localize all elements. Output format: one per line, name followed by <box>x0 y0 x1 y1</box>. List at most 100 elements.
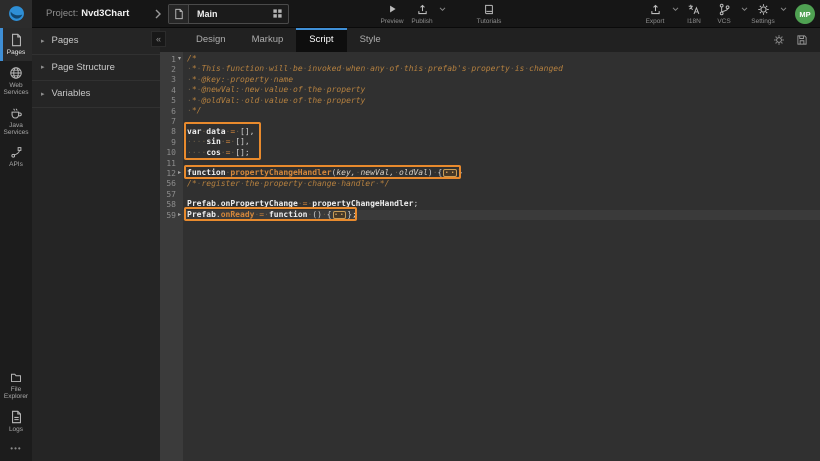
line-number: 12 <box>166 169 176 178</box>
triangle-right-icon: ▸ <box>41 37 45 45</box>
code-line[interactable]: ·*·This·function·will·be·invoked·when·an… <box>187 64 820 74</box>
gutter-line: 2 <box>160 64 183 74</box>
tab-style[interactable]: Style <box>347 28 394 52</box>
project-label: Project: <box>46 8 78 19</box>
panel-section-page-structure[interactable]: ▸ Page Structure <box>32 55 160 82</box>
fold-marker-icon[interactable]: ▾ <box>176 54 183 64</box>
code-line[interactable]: ·*/ <box>187 106 820 116</box>
gutter-line: 58 <box>160 199 183 209</box>
gutter-line: 5 <box>160 96 183 106</box>
triangle-right-icon: ▸ <box>41 90 45 98</box>
tab-script[interactable]: Script <box>296 28 346 52</box>
line-number: 9 <box>171 138 176 147</box>
tutorials-button[interactable]: Tutorials <box>476 2 502 25</box>
sidebar-item-logs[interactable]: Logs <box>0 405 32 438</box>
gutter-line: 8 <box>160 127 183 137</box>
line-number: 3 <box>171 75 176 84</box>
page-selector[interactable]: Main <box>168 4 289 24</box>
chevron-right-icon <box>154 9 162 19</box>
app-logo[interactable] <box>0 0 32 28</box>
panel-collapse-button[interactable]: « <box>151 31 166 47</box>
triangle-right-icon: ▸ <box>41 63 45 71</box>
publish-button[interactable]: Publish <box>409 2 435 25</box>
line-number: 4 <box>171 86 176 95</box>
editor-tools <box>762 28 808 52</box>
line-number: 58 <box>166 200 176 209</box>
branch-icon <box>718 2 731 16</box>
code-pane[interactable]: /*·*·This·function·will·be·invoked·when·… <box>183 52 820 461</box>
caret-down-icon <box>780 7 787 12</box>
code-line[interactable]: ·*·@newVal:·new·value·of·the·property <box>187 85 820 95</box>
sidebar-item-web-services[interactable]: Web Services <box>0 61 32 101</box>
caret-down-icon <box>741 7 748 12</box>
code-line[interactable]: function·propertyChangeHandler(key,·newV… <box>187 168 820 178</box>
line-number: 7 <box>171 117 176 126</box>
sidebar-item-apis[interactable]: APIs <box>0 141 32 173</box>
editor-settings-gear-icon[interactable] <box>773 34 785 46</box>
code-line[interactable] <box>187 116 820 126</box>
i18n-button[interactable]: I18N <box>681 2 707 25</box>
panel-section-variables[interactable]: ▸ Variables <box>32 81 160 108</box>
gutter-line: 7 <box>160 116 183 126</box>
gutter-line: 6 <box>160 106 183 116</box>
code-lines: /*·*·This·function·will·be·invoked·when·… <box>187 54 820 220</box>
caret-down-icon <box>672 7 679 12</box>
preview-button[interactable]: Preview <box>379 2 405 25</box>
code-line[interactable] <box>187 189 820 199</box>
gutter-line: 10 <box>160 148 183 158</box>
project-breadcrumb: Project:Nvd3Chart <box>46 8 154 19</box>
sidebar-item-file-explorer[interactable]: File Explorer <box>0 366 32 405</box>
code-line[interactable] <box>187 158 820 168</box>
wavemaker-logo-icon <box>8 5 25 22</box>
panel-section-pages[interactable]: ▸ Pages <box>32 28 160 55</box>
settings-button[interactable]: Settings <box>750 2 776 25</box>
code-line[interactable]: /* <box>187 54 820 64</box>
export-icon <box>649 2 662 16</box>
code-line[interactable]: /*·register·the·property·change·handler·… <box>187 179 820 189</box>
folder-icon <box>9 371 23 384</box>
pages-panel: ▸ Pages ▸ Page Structure ▸ Variables <box>32 28 160 461</box>
code-line[interactable]: Prefab.onPropertyChange·=·propertyChange… <box>187 199 820 209</box>
gutter-line: 3 <box>160 75 183 85</box>
folded-code-widget[interactable]: ·· <box>443 169 457 177</box>
sidebar-item-pages[interactable]: Pages <box>0 28 32 61</box>
tab-design[interactable]: Design <box>183 28 239 52</box>
page-file-icon <box>169 5 189 23</box>
code-line[interactable]: ····cos·=·[]; <box>187 148 820 158</box>
document-icon <box>10 33 23 47</box>
gutter-line: 59▸ <box>160 210 183 220</box>
line-number: 59 <box>166 211 176 220</box>
top-bar: Project:Nvd3Chart Main Preview <box>0 0 820 28</box>
folded-code-widget[interactable]: ·· <box>333 211 347 219</box>
vcs-button[interactable]: VCS <box>711 2 737 25</box>
code-editor[interactable]: 1▾23456789101112▸56575859▸ /*·*·This·fun… <box>160 52 820 461</box>
app-window: Project:Nvd3Chart Main Preview <box>0 0 820 461</box>
caret-down-icon <box>439 7 446 12</box>
top-bar-right-actions: Export I18N <box>640 2 817 25</box>
fold-marker-icon[interactable]: ▸ <box>176 168 183 178</box>
line-number: 10 <box>166 148 176 157</box>
fold-marker-icon[interactable]: ▸ <box>176 210 183 220</box>
play-icon <box>387 2 398 16</box>
sidebar-more-button[interactable]: ••• <box>0 438 32 461</box>
gutter-line: 57 <box>160 189 183 199</box>
sidebar-item-java-services[interactable]: Java Services <box>0 101 32 141</box>
export-button[interactable]: Export <box>642 2 668 25</box>
connector-icon <box>10 146 23 159</box>
code-line[interactable]: ·*·@oldVal:·old·value·of·the·property <box>187 96 820 106</box>
project-name: Nvd3Chart <box>81 8 129 19</box>
top-bar-center-actions: Preview Publish Tutorials <box>377 2 504 25</box>
user-avatar[interactable]: MP <box>795 4 815 24</box>
code-line[interactable]: Prefab.onReady·=·function·()·{··}; <box>183 210 820 220</box>
code-line[interactable]: var·data·=·[], <box>187 127 820 137</box>
editor-tab-bar: Design Markup Script Style <box>160 28 820 52</box>
code-line[interactable]: ·*·@key:·property·name <box>187 75 820 85</box>
translate-icon <box>687 2 701 16</box>
save-icon[interactable] <box>796 34 808 46</box>
code-line[interactable]: ····sin·=·[], <box>187 137 820 147</box>
tab-markup[interactable]: Markup <box>239 28 297 52</box>
editor-area: Design Markup Script Style <box>160 28 820 461</box>
coffee-cup-icon <box>9 106 23 120</box>
grid-view-icon[interactable] <box>272 8 283 19</box>
workspace-body: Pages Web Services Java Services <box>0 28 820 461</box>
